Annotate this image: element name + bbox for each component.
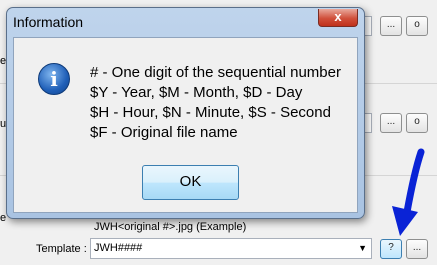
template-combobox[interactable]: JWH#### ▼ xyxy=(90,238,372,259)
help-button[interactable]: ? xyxy=(380,239,402,259)
close-icon: x xyxy=(334,9,342,24)
information-dialog: Information x i # - One digit of the seq… xyxy=(6,7,365,219)
info-icon: i xyxy=(38,63,70,95)
template-label: Template : xyxy=(36,243,87,255)
option-button[interactable]: o xyxy=(406,16,428,36)
browse-button[interactable]: ... xyxy=(380,16,402,36)
browse-button[interactable]: ... xyxy=(380,113,402,133)
option-button[interactable]: o xyxy=(406,113,428,133)
example-filename-text: JWH<original #>.jpg (Example) xyxy=(94,221,247,233)
ok-button[interactable]: OK xyxy=(142,165,239,200)
dialog-message: # - One digit of the sequential number $… xyxy=(90,63,341,143)
message-line: $H - Hour, $N - Minute, $S - Second xyxy=(90,104,331,121)
close-button[interactable]: x xyxy=(318,9,358,27)
dialog-title: Information xyxy=(13,14,84,30)
background-label-fragment: e xyxy=(0,212,7,224)
template-value: JWH#### xyxy=(94,242,143,254)
chevron-down-icon[interactable]: ▼ xyxy=(358,239,367,258)
dialog-body: i # - One digit of the sequential number… xyxy=(13,37,358,213)
message-line: # - One digit of the sequential number xyxy=(90,64,341,81)
message-line: $F - Original file name xyxy=(90,124,238,141)
message-line: $Y - Year, $M - Month, $D - Day xyxy=(90,84,303,101)
template-browse-button[interactable]: ... xyxy=(406,239,428,259)
pointer-arrow-icon xyxy=(392,148,425,236)
